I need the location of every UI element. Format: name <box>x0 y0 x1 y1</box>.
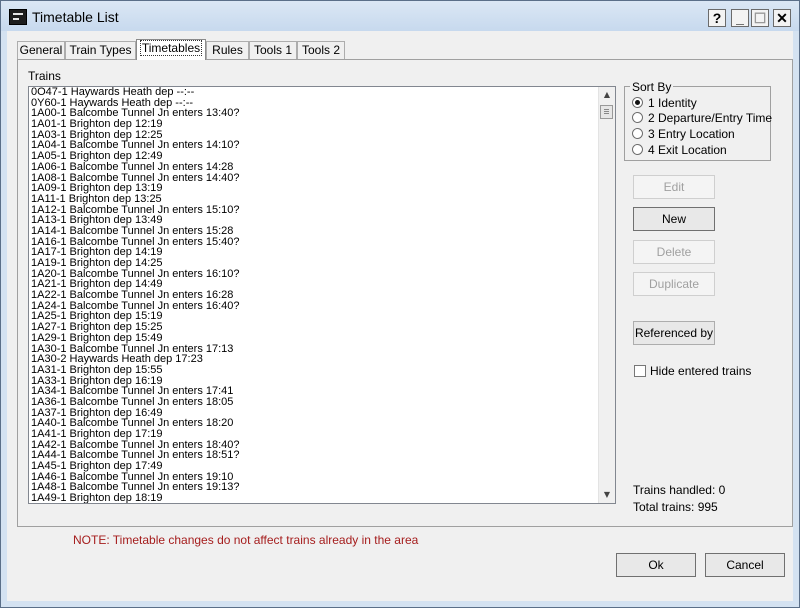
delete-button[interactable]: Delete <box>633 240 715 264</box>
tab-label: Timetables <box>139 40 203 56</box>
timetable-list-window: Timetable List ? _ ☐ ✕ General Train Typ… <box>0 0 800 608</box>
trains-handled-count: Trains handled: 0 <box>633 483 726 497</box>
radio-button[interactable] <box>632 144 643 155</box>
tab-timetables[interactable]: Timetables <box>136 39 206 60</box>
referenced-by-button[interactable]: Referenced by <box>633 321 715 345</box>
radio-label: 1 Identity <box>648 96 697 110</box>
window-title: Timetable List <box>32 9 119 25</box>
edit-button[interactable]: Edit <box>633 175 715 199</box>
hide-entered-trains-checkbox[interactable] <box>634 365 646 377</box>
close-button[interactable]: ✕ <box>773 9 791 27</box>
train-list-item[interactable]: 1A49-1 Brighton dep 18:19 <box>29 493 615 503</box>
trains-listbox[interactable]: 0O47-1 Haywards Heath dep --:-- 0Y60-1 Ha… <box>28 86 616 504</box>
train-list-item[interactable]: 1A06-1 Balcombe Tunnel Jn enters 14:28 <box>29 161 615 173</box>
trains-label: Trains <box>28 69 61 83</box>
tab-label: General <box>19 43 63 57</box>
tab-label: Rules <box>212 43 243 57</box>
radio-label: 4 Exit Location <box>648 143 727 157</box>
tab-label: Train Types <box>69 43 132 57</box>
train-list-item[interactable]: 1A29-1 Brighton dep 15:49 <box>29 332 615 344</box>
minimize-button[interactable]: _ <box>731 9 749 27</box>
scroll-down-arrow-icon[interactable]: ▼ <box>602 490 612 500</box>
duplicate-button[interactable]: Duplicate <box>633 272 715 296</box>
vertical-scrollbar[interactable]: ▲ ▼ <box>598 87 615 503</box>
radio-button[interactable] <box>632 128 643 139</box>
sort-by-title: Sort By <box>630 80 674 94</box>
tab-tools-1[interactable]: Tools 1 <box>249 41 297 59</box>
app-icon <box>9 9 27 25</box>
title-bar[interactable]: Timetable List ? _ ☐ ✕ <box>1 1 799 31</box>
tab-label: Tools 1 <box>253 43 293 57</box>
tab-rules[interactable]: Rules <box>206 41 249 59</box>
train-list-item[interactable]: 1A31-1 Brighton dep 15:55 <box>29 365 615 376</box>
radio-button[interactable] <box>632 97 643 108</box>
radio-button[interactable] <box>632 112 643 123</box>
help-button[interactable]: ? <box>708 9 726 27</box>
tab-train-types[interactable]: Train Types <box>65 41 136 59</box>
hide-entered-trains-label: Hide entered trains <box>650 364 752 378</box>
new-button[interactable]: New <box>633 207 715 231</box>
train-list-item[interactable]: 1A11-1 Brighton dep 13:25 <box>29 194 615 205</box>
tab-label: Tools 2 <box>301 43 341 57</box>
ok-button[interactable]: Ok <box>616 553 696 577</box>
radio-label: 3 Entry Location <box>648 127 735 141</box>
tab-general[interactable]: General <box>17 41 65 59</box>
train-list: 0O47-1 Haywards Heath dep --:-- 0Y60-1 Ha… <box>29 87 615 503</box>
radio-label: 2 Departure/Entry Time <box>648 111 773 125</box>
maximize-button[interactable]: ☐ <box>751 9 769 27</box>
timetable-note: NOTE: Timetable changes do not affect tr… <box>73 533 419 547</box>
total-trains-count: Total trains: 995 <box>633 500 718 514</box>
scroll-up-arrow-icon[interactable]: ▲ <box>602 90 612 100</box>
cancel-button[interactable]: Cancel <box>705 553 785 577</box>
tab-tools-2[interactable]: Tools 2 <box>297 41 345 59</box>
dialog-client-area: General Train Types Timetables Rules Too… <box>7 31 793 601</box>
scroll-thumb[interactable] <box>600 105 613 119</box>
